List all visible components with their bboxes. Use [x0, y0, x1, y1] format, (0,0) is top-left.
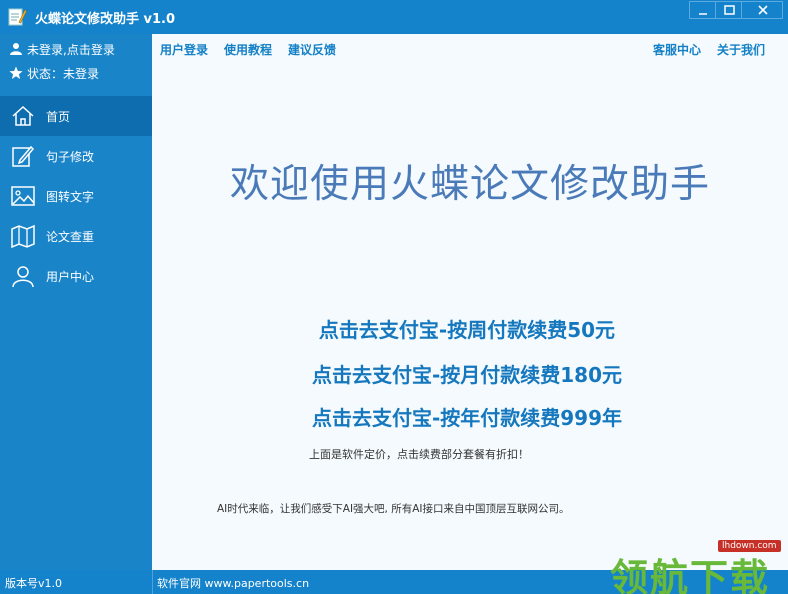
maximize-icon — [724, 5, 735, 15]
monthly-renewal-link[interactable]: 点击去支付宝-按月付款续费180元 — [149, 359, 785, 388]
yearly-renewal-link[interactable]: 点击去支付宝-按年付款续费999年 — [149, 402, 785, 431]
status-divider — [152, 570, 153, 594]
title-bar[interactable]: 火蝶论文修改助手 v1.0 — [0, 0, 788, 34]
sidebar-item-home[interactable]: 首页 — [0, 96, 152, 136]
close-button[interactable] — [741, 1, 783, 19]
minimize-button[interactable] — [689, 1, 716, 19]
main-content: 用户登录 使用教程 建议反馈 客服中心 关于我们 欢迎使用火蝶论文修改助手 点击… — [152, 34, 788, 570]
maximize-button[interactable] — [715, 1, 742, 19]
ai-note: AI时代来临，让我们感受下AI强大吧, 所有AI接口来自中国顶层互联网公司。 — [217, 503, 570, 515]
status-text: 状态：未登录 — [27, 67, 100, 81]
login-link[interactable]: 未登录,点击登录 — [9, 41, 115, 58]
feedback-link[interactable]: 建议反馈 — [288, 41, 336, 58]
sidebar-item-image-to-text[interactable]: 图转文字 — [0, 176, 152, 216]
about-us-link[interactable]: 关于我们 — [717, 41, 765, 58]
user-icon — [12, 266, 34, 288]
login-status: 状态：未登录 — [9, 65, 99, 82]
sidebar-item-label: 图转文字 — [46, 190, 95, 204]
watermark-text: 领航下载 — [610, 556, 771, 594]
sidebar: 未登录,点击登录 状态：未登录 首页 句子修改 图转文字 论文查重 用户中心 — [0, 34, 152, 570]
star-icon — [9, 66, 23, 79]
sidebar-nav: 首页 句子修改 图转文字 论文查重 用户中心 — [0, 96, 152, 296]
version-label: 版本号v1.0 — [5, 577, 63, 590]
customer-service-link[interactable]: 客服中心 — [653, 41, 701, 58]
image-icon — [11, 186, 35, 206]
user-login-link[interactable]: 用户登录 — [160, 41, 208, 58]
sidebar-item-label: 首页 — [46, 110, 71, 124]
login-text: 未登录,点击登录 — [27, 43, 115, 57]
welcome-heading: 欢迎使用火蝶论文修改助手 — [229, 162, 710, 207]
edit-icon — [12, 145, 35, 167]
weekly-renewal-link[interactable]: 点击去支付宝-按周付款续费50元 — [149, 314, 785, 343]
sidebar-item-label: 用户中心 — [46, 270, 95, 284]
sidebar-item-user-center[interactable]: 用户中心 — [0, 256, 152, 296]
watermark: lhdown.com 领航下载 — [600, 537, 785, 594]
website-label: 软件官网 www.papertools.cn — [157, 577, 310, 590]
tutorial-link[interactable]: 使用教程 — [224, 41, 272, 58]
app-logo-icon — [8, 8, 27, 26]
sidebar-item-label: 句子修改 — [46, 150, 95, 164]
close-icon — [758, 5, 768, 15]
sidebar-item-label: 论文查重 — [46, 230, 95, 244]
sidebar-item-sentence-edit[interactable]: 句子修改 — [0, 136, 152, 176]
sidebar-item-plagiarism-check[interactable]: 论文查重 — [0, 216, 152, 256]
home-icon — [12, 105, 34, 126]
window-title: 火蝶论文修改助手 v1.0 — [35, 12, 176, 27]
map-icon — [11, 224, 35, 248]
user-icon — [10, 43, 22, 55]
app-window: 火蝶论文修改助手 v1.0 未登录,点击登录 状态：未登录 首页 句子修改 图转… — [0, 0, 788, 594]
minimize-icon — [699, 13, 707, 15]
price-note: 上面是软件定价，点击续费部分套餐有折扣！ — [309, 448, 529, 461]
